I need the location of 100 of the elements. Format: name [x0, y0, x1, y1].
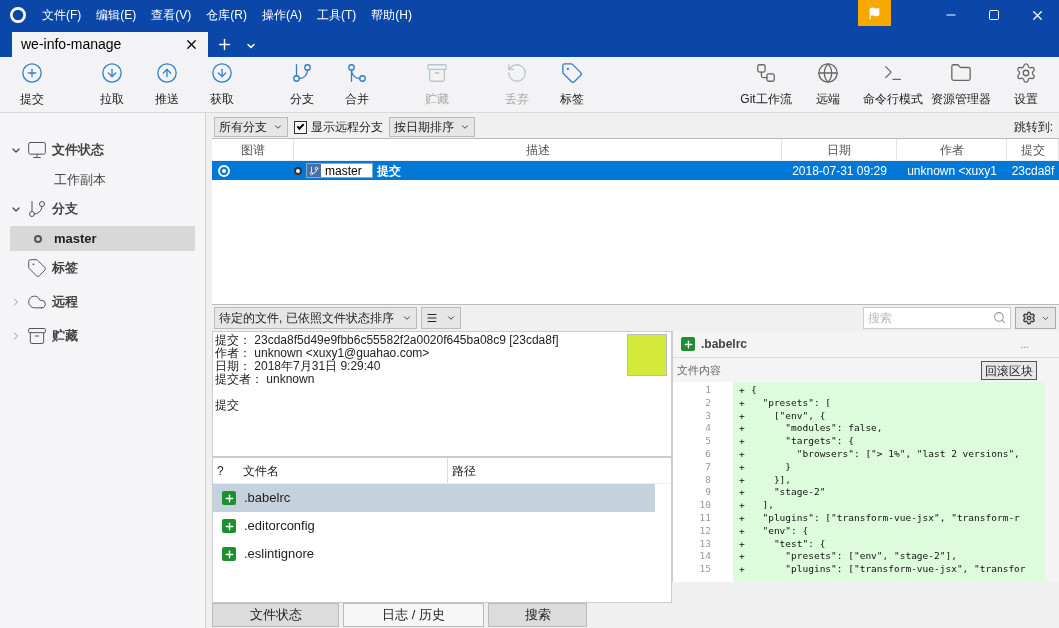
show-remote-checkbox[interactable]: 显示远程分支 [294, 118, 383, 136]
caret-icon [273, 122, 283, 132]
plus-circle-icon [20, 61, 43, 84]
sidebar-section[interactable]: 标签 [0, 251, 205, 285]
code-line: "presets": [ [761, 396, 832, 410]
merge-icon [345, 61, 368, 84]
sidebar-item[interactable]: master [10, 226, 195, 251]
toolbar-button[interactable]: 设置 [997, 61, 1055, 108]
diff-sign: + [739, 563, 746, 576]
up-arrow-circle-icon [155, 61, 178, 84]
sidebar-section[interactable]: 分支 [0, 192, 205, 226]
line-number: 8 [705, 473, 711, 487]
menu-item[interactable]: 文件(F) [42, 6, 82, 24]
diff-sign: + [739, 422, 746, 436]
code-line: "targets": { [784, 435, 854, 448]
sidebar-section[interactable]: 文件状态 [0, 133, 205, 167]
menu-item[interactable]: 帮助(H) [371, 6, 412, 24]
sidebar-section[interactable]: 贮藏 [0, 319, 205, 353]
line-number: 11 [699, 511, 711, 525]
box-icon [27, 326, 47, 346]
column-header[interactable]: 描述 [294, 139, 782, 160]
search-icon [993, 311, 1006, 324]
flow-icon [755, 61, 777, 84]
tag-icon [560, 61, 583, 84]
menu-item[interactable]: 编辑(E) [96, 6, 137, 24]
table-cell-text: 23cda8f [1010, 162, 1056, 180]
diff-sign: + [739, 499, 746, 512]
menu-item[interactable]: 工具(T) [317, 6, 357, 24]
sort-dropdown[interactable]: 按日期排序 [389, 117, 475, 137]
line-number: 2 [705, 396, 711, 410]
avatar-pattern [627, 334, 667, 376]
commit-message: 提交 [376, 162, 401, 180]
column-header[interactable]: 路径 [448, 461, 476, 480]
toolbar-button[interactable]: 获取 [194, 61, 249, 108]
column-header[interactable]: 作者 [897, 139, 1007, 160]
file-row[interactable]: .babelrc [213, 484, 655, 512]
toolbar-button[interactable]: 命令行模式 [861, 61, 925, 108]
added-file-icon [681, 337, 695, 351]
maximize-icon[interactable] [988, 9, 1000, 21]
detail-line: 提交者： unknown [215, 373, 316, 386]
repository-tab[interactable]: we-info-manage [12, 32, 208, 57]
caret-icon [445, 313, 456, 323]
view-mode-dropdown[interactable] [420, 307, 461, 329]
file-sort-dropdown[interactable]: 待定的文件, 已依照文件状态排序 [214, 307, 417, 329]
globe-icon [817, 61, 839, 84]
toolbar-button[interactable]: 合并 [329, 61, 384, 108]
branch-label: master [306, 163, 373, 178]
line-number: 1 [705, 384, 711, 397]
diff-sign: + [739, 384, 746, 397]
revert-hunk-button[interactable]: 回滚区块 [981, 360, 1037, 380]
toolbar-button[interactable]: 提交 [4, 61, 59, 108]
diff-sign: + [739, 511, 746, 525]
diff-sign: + [739, 537, 746, 551]
toolbar-button[interactable]: 拉取 [84, 61, 139, 108]
search-field[interactable]: 搜索 [863, 307, 1011, 329]
code-line: "plugins": ["transform-vue-jsx", "transfor [784, 563, 1026, 576]
toolbar-button[interactable]: 资源管理器 [929, 61, 993, 108]
sidebar-section[interactable]: 远程 [0, 285, 205, 319]
view-tab[interactable]: 日志 / 历史 [343, 603, 484, 627]
commit-message: 提交 [215, 399, 240, 412]
column-header[interactable]: 提交 [1007, 139, 1059, 160]
added-file-icon [222, 547, 236, 561]
view-tab[interactable]: 搜索 [488, 603, 587, 627]
toolbar-button[interactable]: 分支 [274, 61, 329, 108]
diff-file-name: .babelrc [701, 336, 749, 353]
branch-icon [290, 61, 313, 84]
add-tab-icon[interactable] [216, 36, 233, 53]
code-line: "stage-2" [772, 486, 826, 500]
added-file-icon [222, 519, 236, 533]
toolbar-button[interactable]: 标签 [544, 61, 599, 108]
menu-item[interactable]: 仓库(R) [206, 6, 247, 24]
toolbar-button[interactable]: 推送 [139, 61, 194, 108]
line-number: 6 [705, 448, 711, 461]
settings-dropdown[interactable] [1015, 307, 1056, 329]
line-number: 15 [699, 563, 711, 576]
line-number: 5 [705, 435, 711, 448]
toolbar-button[interactable]: Git工作流 [737, 61, 795, 108]
view-tab[interactable]: 文件状态 [212, 603, 339, 627]
toolbar-button[interactable]: 远端 [799, 61, 857, 108]
close-tab-icon[interactable] [184, 37, 199, 52]
code-line: "plugins": ["transform-vue-jsx", "transform-r [761, 511, 1020, 525]
diff-sign: + [739, 550, 746, 564]
code-line: }], [772, 473, 792, 487]
column-header[interactable]: 日期 [782, 139, 897, 160]
code-line: { [751, 384, 757, 397]
column-header[interactable]: 文件名 [243, 458, 448, 483]
tag-icon [27, 258, 47, 278]
column-header[interactable]: 图谱 [212, 139, 294, 160]
detail-line: 提交： 23cda8f5d49e9fbb6c55582f2a0020f645ba08c9 [23cda8f] [215, 334, 560, 347]
code-line: "browsers": ["> 1%", "last 2 versions", [795, 448, 1020, 461]
column-header[interactable]: ? [213, 461, 243, 480]
down-arrow-circle-icon [100, 61, 123, 84]
commit-row[interactable]: master 提交 2018-07-31 09:29 unknown <xuxy1 23cda8f [212, 161, 1059, 180]
menu-item[interactable]: 操作(A) [262, 6, 302, 24]
sidebar-item[interactable]: 工作副本 [10, 167, 195, 192]
added-file-icon [222, 491, 236, 505]
code-line: "test": { [772, 537, 826, 551]
menu-item[interactable]: 查看(V) [151, 6, 192, 24]
branch-icon [307, 164, 321, 177]
branch-filter-dropdown[interactable]: 所有分支 [214, 117, 288, 137]
